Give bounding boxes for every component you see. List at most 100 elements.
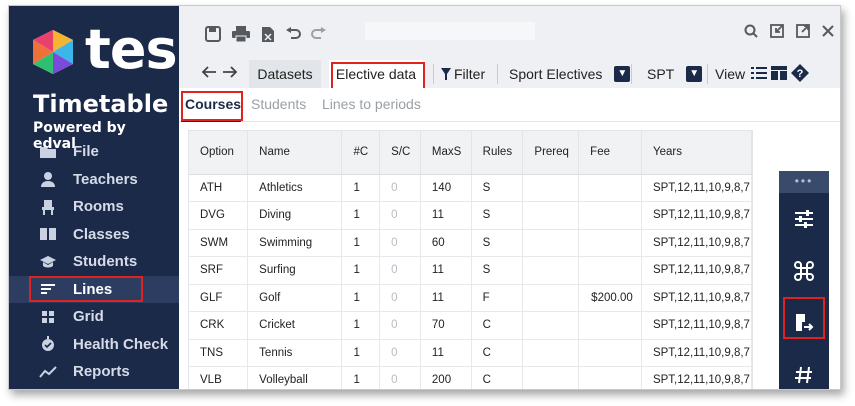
table-cell[interactable]: GLF <box>189 284 249 312</box>
table-cell[interactable] <box>578 339 642 367</box>
sidebar-item-grid[interactable]: Grid <box>9 303 179 331</box>
drag-handle[interactable]: ••• <box>779 171 829 193</box>
table-cell[interactable]: 11 <box>420 284 472 312</box>
table-cell[interactable]: SPT,12,11,10,9,8,7 <box>641 201 752 230</box>
sliders-button[interactable] <box>779 193 829 245</box>
table-row[interactable]: ATH Athletics 1 0 140 S SPT,12,11,10,9,8,7 <box>189 174 752 202</box>
popout-window-icon[interactable] <box>796 24 810 42</box>
table-cell[interactable]: S <box>471 201 524 230</box>
table-cell[interactable]: C <box>471 366 524 389</box>
undo-icon[interactable] <box>285 26 301 48</box>
table-cell[interactable]: 1 <box>341 284 381 312</box>
table-cell[interactable]: Athletics <box>247 174 343 202</box>
spt-select[interactable]: SPT ▼ <box>647 60 703 88</box>
sidebar-item-reports[interactable]: Reports <box>9 358 179 386</box>
table-row[interactable]: TNS Tennis 1 0 11 C SPT,12,11,10,9,8,7 <box>189 339 752 367</box>
subtab-courses[interactable]: Courses <box>185 96 241 112</box>
table-cell[interactable] <box>522 229 580 257</box>
hash-button[interactable] <box>779 349 829 389</box>
column-header[interactable]: MaxS <box>420 131 472 175</box>
table-cell[interactable]: 0 <box>379 201 421 230</box>
filter-button[interactable]: Filter <box>441 60 485 88</box>
table-cell[interactable]: Surfing <box>247 256 343 285</box>
table-cell[interactable]: 0 <box>379 366 421 389</box>
table-cell[interactable]: VLB <box>189 366 249 389</box>
close-icon[interactable] <box>822 24 834 42</box>
table-cell[interactable]: 11 <box>420 201 472 230</box>
sidebar-item-students[interactable]: Students <box>9 248 179 276</box>
minimize-window-icon[interactable] <box>770 24 784 42</box>
table-cell[interactable]: 1 <box>341 366 381 389</box>
table-cell[interactable] <box>578 366 642 389</box>
table-cell[interactable]: SRF <box>189 256 249 285</box>
table-cell[interactable] <box>578 201 642 230</box>
table-cell[interactable] <box>522 339 580 367</box>
export-file-icon[interactable] <box>261 26 275 48</box>
table-cell[interactable]: 11 <box>420 256 472 285</box>
table-cell[interactable] <box>522 174 580 202</box>
table-cell[interactable]: 1 <box>341 256 381 285</box>
table-cell[interactable]: 0 <box>379 229 421 257</box>
table-cell[interactable]: Tennis <box>247 339 343 367</box>
table-cell[interactable] <box>522 256 580 285</box>
sport-electives-select[interactable]: Sport Electives ▼ <box>509 60 631 88</box>
table-cell[interactable]: S <box>471 256 524 285</box>
export-button[interactable] <box>779 297 829 349</box>
column-header[interactable]: Prereq <box>522 131 580 175</box>
column-header[interactable]: #C <box>341 131 381 175</box>
table-cell[interactable]: SPT,12,11,10,9,8,7 <box>641 366 752 389</box>
table-row[interactable]: DVG Diving 1 0 11 S SPT,12,11,10,9,8,7 <box>189 201 752 230</box>
sidebar-item-classes[interactable]: Classes <box>9 221 179 249</box>
table-cell[interactable]: S <box>471 174 524 202</box>
table-cell[interactable]: SPT,12,11,10,9,8,7 <box>641 174 752 202</box>
sidebar-item-health-check[interactable]: Health Check <box>9 331 179 359</box>
table-cell[interactable]: C <box>471 339 524 367</box>
table-cell[interactable]: SWM <box>189 229 249 257</box>
table-cell[interactable] <box>578 174 642 202</box>
table-cell[interactable] <box>578 229 642 257</box>
table-cell[interactable]: 1 <box>341 311 381 340</box>
table-cell[interactable]: 0 <box>379 339 421 367</box>
subtab-students[interactable]: Students <box>251 96 306 112</box>
table-cell[interactable]: 0 <box>379 284 421 312</box>
forward-arrow-icon[interactable] <box>222 64 238 83</box>
table-row[interactable]: CRK Cricket 1 0 70 C SPT,12,11,10,9,8,7 <box>189 311 752 340</box>
sidebar-item-rooms[interactable]: Rooms <box>9 193 179 221</box>
table-cell[interactable]: 1 <box>341 201 381 230</box>
table-cell[interactable]: Swimming <box>247 229 343 257</box>
column-header[interactable]: S/C <box>379 131 421 175</box>
table-cell[interactable]: Diving <box>247 201 343 230</box>
table-cell[interactable]: 0 <box>379 256 421 285</box>
search-icon[interactable] <box>744 24 758 42</box>
table-cell[interactable]: Cricket <box>247 311 343 340</box>
column-header[interactable]: Rules <box>471 131 524 175</box>
table-cell[interactable]: 1 <box>341 229 381 257</box>
table-row[interactable]: SWM Swimming 1 0 60 S SPT,12,11,10,9,8,7 <box>189 229 752 257</box>
table-cell[interactable]: ATH <box>189 174 249 202</box>
table-cell[interactable]: SPT,12,11,10,9,8,7 <box>641 256 752 285</box>
table-cell[interactable]: SPT,12,11,10,9,8,7 <box>641 229 752 257</box>
tab-datasets[interactable]: Datasets <box>249 60 321 88</box>
table-cell[interactable]: Golf <box>247 284 343 312</box>
table-cell[interactable]: Volleyball <box>247 366 343 389</box>
table-cell[interactable]: F <box>471 284 524 312</box>
table-cell[interactable]: 60 <box>420 229 472 257</box>
search-bar[interactable] <box>365 22 535 40</box>
table-cell[interactable]: 1 <box>341 339 381 367</box>
command-button[interactable] <box>779 245 829 297</box>
sidebar-item-teachers[interactable]: Teachers <box>9 166 179 194</box>
table-cell[interactable]: $200.00 <box>578 284 642 312</box>
table-cell[interactable]: 11 <box>420 339 472 367</box>
table-cell[interactable]: SPT,12,11,10,9,8,7 <box>641 284 752 312</box>
column-header[interactable]: Years <box>641 131 752 175</box>
table-cell[interactable]: SPT,12,11,10,9,8,7 <box>641 311 752 340</box>
list-view-icon[interactable] <box>751 66 768 83</box>
table-cell[interactable] <box>522 366 580 389</box>
table-cell[interactable]: 70 <box>420 311 472 340</box>
table-cell[interactable] <box>522 311 580 340</box>
column-header[interactable]: Name <box>247 131 343 175</box>
column-header[interactable]: Option <box>189 131 249 175</box>
table-cell[interactable]: C <box>471 311 524 340</box>
table-cell[interactable]: DVG <box>189 201 249 230</box>
table-cell[interactable]: 0 <box>379 311 421 340</box>
